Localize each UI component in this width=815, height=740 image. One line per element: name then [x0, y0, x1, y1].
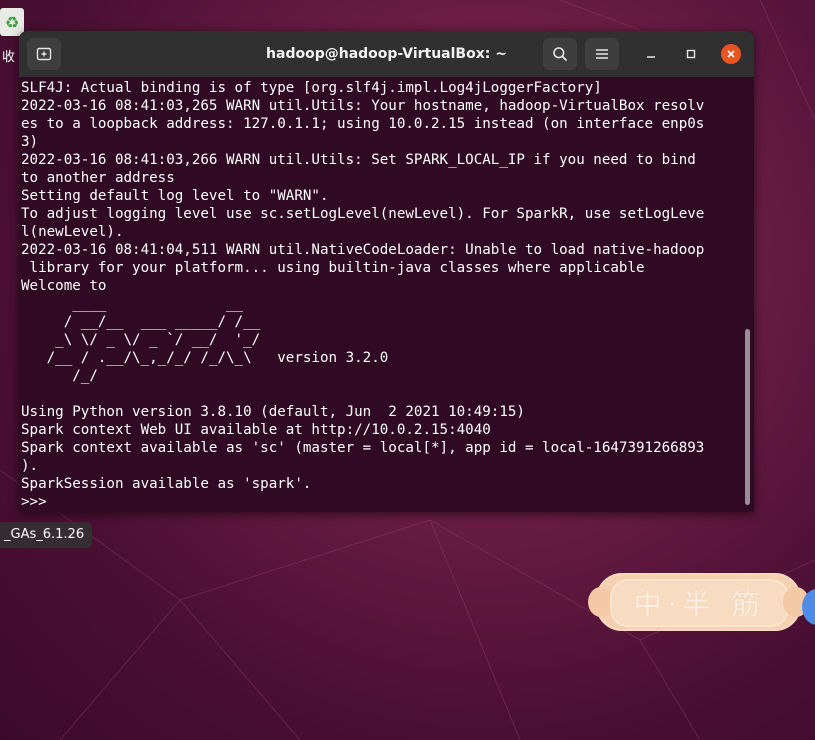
terminal-scrollbar[interactable]: [745, 329, 750, 505]
terminal-line: 2022-03-16 08:41:03,266 WARN util.Utils:…: [21, 152, 696, 168]
terminal-line: Setting default log level to "WARN".: [21, 188, 329, 204]
terminal-line: SparkSession available as 'spark'.: [21, 476, 312, 492]
sticker-text: 中·半 筋: [610, 579, 789, 627]
terminal-line: es to a loopback address: 127.0.1.1; usi…: [21, 116, 705, 132]
close-icon: [727, 50, 735, 58]
terminal-line: Using Python version 3.8.10 (default, Ju…: [21, 404, 525, 420]
terminal-titlebar[interactable]: hadoop@hadoop-VirtualBox: ~: [19, 31, 754, 77]
search-button[interactable]: [543, 38, 577, 70]
terminal-line: Welcome to: [21, 278, 107, 294]
terminal-line: ____ __: [21, 296, 244, 312]
desktop-file-label[interactable]: _GAs_6.1.26: [0, 522, 93, 548]
terminal-line: 2022-03-16 08:41:03,265 WARN util.Utils:…: [21, 98, 705, 114]
terminal-line: Spark context available as 'sc' (master …: [21, 440, 705, 456]
maximize-button[interactable]: [681, 44, 701, 64]
terminal-line: library for your platform... using built…: [21, 260, 645, 276]
search-icon: [553, 47, 567, 61]
minimize-button[interactable]: [641, 44, 661, 64]
close-button[interactable]: [721, 44, 741, 64]
maximize-icon: [686, 49, 696, 59]
new-tab-icon: [36, 47, 52, 61]
terminal-line: to another address: [21, 170, 175, 186]
terminal-line: _\ \/ _ \/ _ `/ __/ '_/: [21, 332, 261, 348]
terminal-line: /__ / .__/\_,_/_/ /_/\_\ version 3.2.0: [21, 350, 389, 366]
minimize-icon: [647, 56, 655, 58]
terminal-line: Spark context Web UI available at http:/…: [21, 422, 491, 438]
terminal-line: SLF4J: Actual binding is of type [org.sl…: [21, 80, 602, 96]
terminal-line: >>>: [21, 494, 56, 510]
decorative-sticker: 中·半 筋: [588, 573, 809, 631]
recycle-icon: ♻: [0, 8, 24, 36]
menu-button[interactable]: [585, 38, 619, 70]
terminal-body[interactable]: SLF4J: Actual binding is of type [org.sl…: [19, 77, 754, 512]
terminal-line: l(newLevel).: [21, 224, 124, 240]
terminal-output: SLF4J: Actual binding is of type [org.sl…: [21, 79, 704, 511]
terminal-line: 2022-03-16 08:41:04,511 WARN util.Native…: [21, 242, 705, 258]
terminal-line: /_/: [21, 368, 98, 384]
terminal-window: hadoop@hadoop-VirtualBox: ~ SLF4J: Actua…: [19, 31, 754, 512]
terminal-line: ).: [21, 458, 39, 474]
terminal-line: To adjust logging level use sc.setLogLev…: [21, 206, 705, 222]
terminal-line: / __/__ ___ _____/ /__: [21, 314, 261, 330]
desktop-icon-label: 收: [2, 50, 16, 65]
hamburger-menu-icon: [596, 49, 608, 59]
new-tab-button[interactable]: [27, 38, 61, 70]
terminal-line: 3): [21, 134, 39, 150]
